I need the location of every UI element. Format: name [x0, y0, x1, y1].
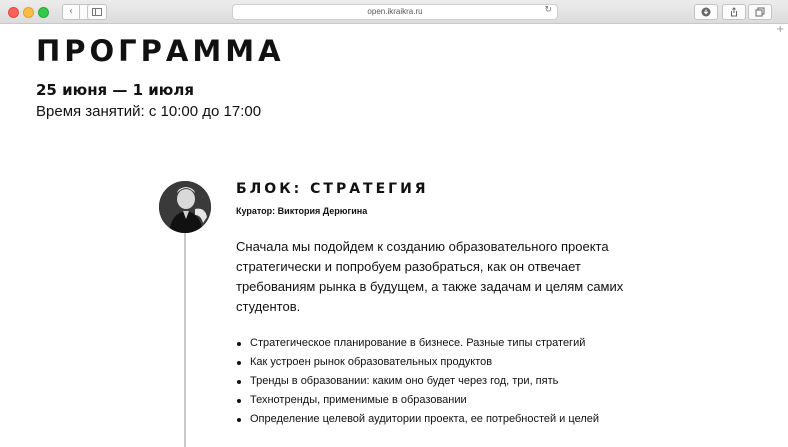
downloads-button[interactable]: [694, 4, 718, 20]
tabs-icon: [755, 7, 765, 17]
topics-list: Стратегическое планирование в бизнесе. Р…: [236, 334, 599, 429]
browser-toolbar: ‹ › open.ikraikra.ru ↻: [0, 0, 788, 24]
sidebar-icon: [92, 8, 102, 16]
curator-name: Куратор: Виктория Дерюгина: [236, 206, 368, 216]
address-bar[interactable]: open.ikraikra.ru ↻: [232, 4, 558, 20]
show-tabs-button[interactable]: [748, 4, 772, 20]
program-dates: 25 июня — 1 июля: [36, 81, 194, 99]
timeline-line: [184, 218, 186, 447]
close-window-button[interactable]: [8, 7, 19, 18]
list-item: Технотренды, применимые в образовании: [236, 391, 599, 410]
back-button[interactable]: ‹: [62, 4, 80, 20]
block-description: Сначала мы подойдем к созданию образоват…: [236, 239, 624, 314]
avatar-photo: [159, 181, 211, 233]
minimize-window-button[interactable]: [23, 7, 34, 18]
share-button[interactable]: [722, 4, 746, 20]
url-text: open.ikraikra.ru: [367, 7, 423, 16]
download-icon: [701, 7, 711, 17]
share-icon: [731, 7, 737, 17]
chevron-left-icon: ‹: [69, 6, 73, 17]
curator-avatar: [159, 181, 211, 233]
list-item: Как устроен рынок образовательных продук…: [236, 353, 599, 372]
list-item: Определение целевой аудитории проекта, е…: [236, 410, 599, 429]
list-item: Стратегическое планирование в бизнесе. Р…: [236, 334, 599, 353]
class-hours: Время занятий: с 10:00 до 17:00: [36, 103, 262, 120]
reload-icon[interactable]: ↻: [544, 5, 552, 15]
list-item: Тренды в образовании: каким оно будет че…: [236, 372, 599, 391]
zoom-window-button[interactable]: [38, 7, 49, 18]
block-title: БЛОК: СТРАТЕГИЯ: [236, 181, 429, 197]
sidebar-button[interactable]: [87, 4, 107, 20]
plus-icon[interactable]: +: [776, 24, 784, 35]
page-title: ПРОГРАММА: [36, 34, 285, 68]
